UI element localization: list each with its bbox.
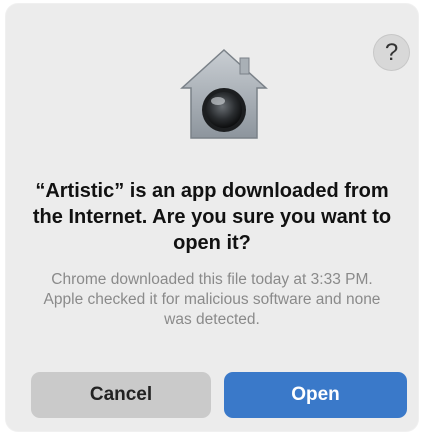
cancel-button[interactable]: Cancel	[31, 372, 211, 418]
dialog-message: Chrome downloaded this file today at 3:3…	[43, 271, 381, 328]
dialog-title: “Artistic” is an app downloaded from the…	[32, 180, 392, 254]
security-dialog: ? “Artistic” is an app downloaded from t	[6, 4, 418, 431]
help-button[interactable]: ?	[373, 34, 410, 71]
open-button[interactable]: Open	[224, 372, 407, 418]
gatekeeper-lock-icon	[174, 44, 274, 144]
